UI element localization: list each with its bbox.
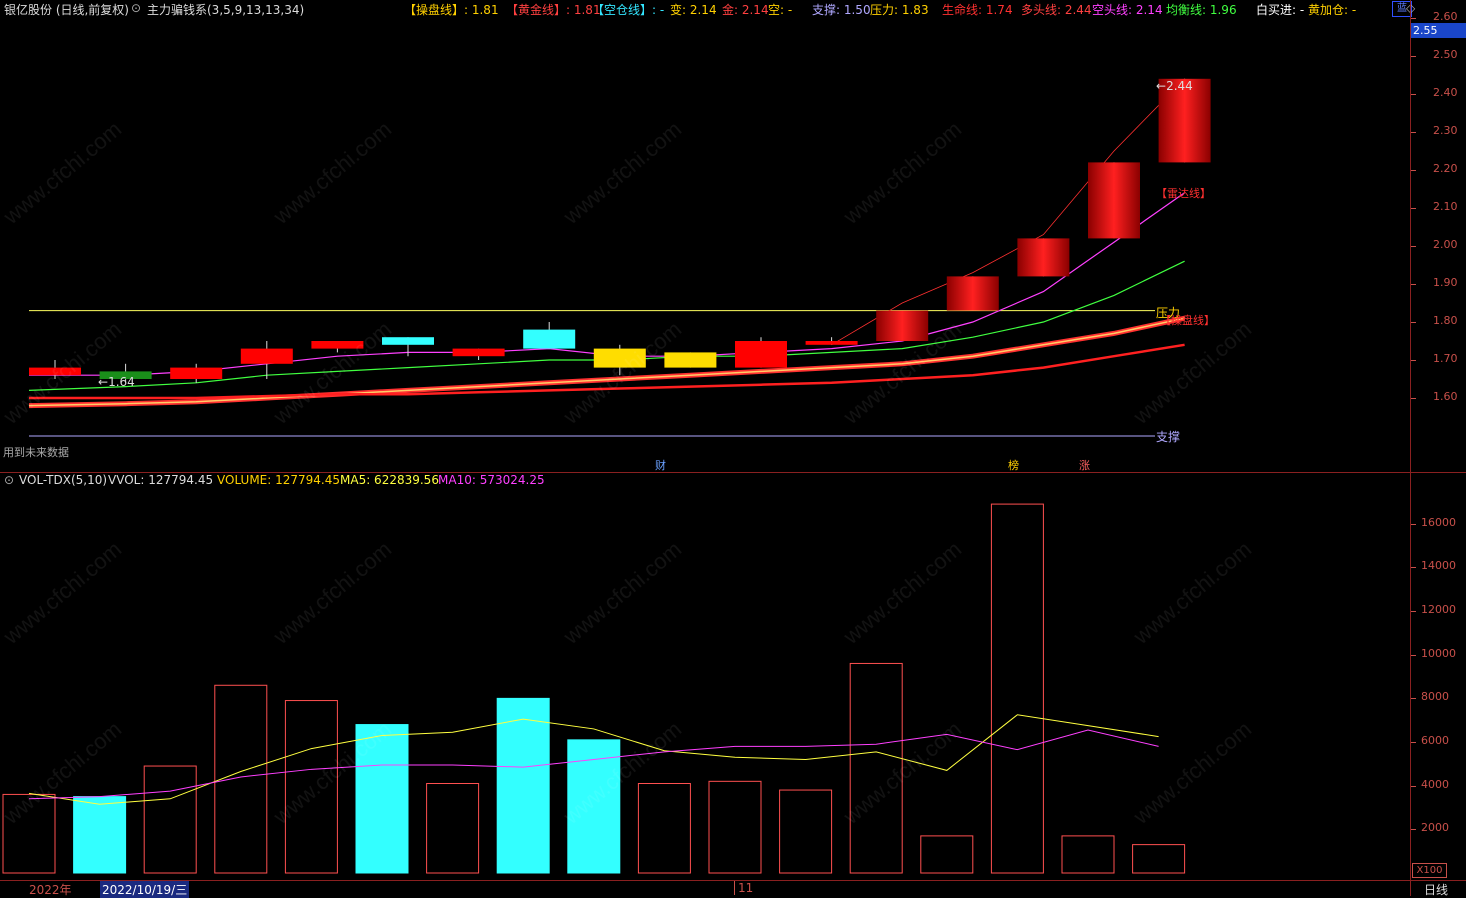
volume-tick-4: 8000 bbox=[1421, 690, 1449, 704]
volume-chart[interactable] bbox=[0, 473, 1410, 880]
volume-bar-11 bbox=[779, 789, 833, 874]
year-label: 2022年 bbox=[29, 883, 72, 897]
candle-2 bbox=[170, 367, 223, 379]
price-tick-3: 2.40 bbox=[1433, 86, 1458, 99]
future-data-note: 用到未来数据 bbox=[3, 446, 69, 459]
candle-6 bbox=[452, 348, 505, 357]
price-tick-2: 2.50 bbox=[1433, 48, 1458, 61]
operate-line-label: 【操盘线】 bbox=[1160, 314, 1215, 327]
candle-15 bbox=[1088, 162, 1140, 239]
volume-bar-1 bbox=[73, 796, 127, 874]
finance-marker[interactable]: 财 bbox=[655, 457, 666, 473]
price-tick-7: 2.00 bbox=[1433, 238, 1458, 251]
volume-bar-15 bbox=[1061, 835, 1115, 874]
candle-7 bbox=[523, 329, 576, 349]
candle-12 bbox=[876, 310, 929, 341]
volume-tick-5: 6000 bbox=[1421, 734, 1449, 748]
candle-10 bbox=[735, 341, 787, 368]
candle-9 bbox=[664, 352, 717, 368]
candle-13 bbox=[946, 276, 999, 311]
radar-line-label: 【雷达线】 bbox=[1156, 187, 1211, 200]
price-tick-11: 1.60 bbox=[1433, 390, 1458, 403]
volume-tick-2: 12000 bbox=[1421, 603, 1456, 617]
volume-bar-16 bbox=[1132, 844, 1186, 874]
price-tick-6: 2.10 bbox=[1433, 200, 1458, 213]
volume-bar-13 bbox=[920, 835, 974, 874]
volume-bar-3 bbox=[214, 684, 268, 874]
month-label: 11 bbox=[734, 881, 753, 895]
volume-tick-7: 2000 bbox=[1421, 821, 1449, 835]
current-price-label: 2.55 bbox=[1411, 23, 1466, 38]
volume-bar-2 bbox=[143, 765, 197, 874]
volume-tick-0: 16000 bbox=[1421, 515, 1456, 529]
high-price-label: ←2.44 bbox=[1156, 79, 1193, 93]
volume-bar-6 bbox=[426, 783, 480, 874]
price-chart[interactable] bbox=[0, 0, 1410, 470]
volume-tick-6: 4000 bbox=[1421, 777, 1449, 791]
unit-label: X100 bbox=[1412, 863, 1447, 878]
price-tick-9: 1.80 bbox=[1433, 314, 1458, 327]
volume-tick-1: 14000 bbox=[1421, 559, 1456, 573]
volume-bar-14 bbox=[990, 503, 1044, 874]
limit-up-marker[interactable]: 涨 bbox=[1079, 457, 1090, 473]
period-button[interactable]: 日线 bbox=[1424, 881, 1448, 898]
support-label: 支撑 bbox=[1156, 430, 1181, 444]
cursor-date-label: 2022/10/19/三 bbox=[100, 881, 190, 898]
price-tick-0: 2.60 bbox=[1433, 10, 1458, 23]
price-tick-10: 1.70 bbox=[1433, 352, 1458, 365]
low-price-label: ←1.64 bbox=[98, 375, 135, 389]
candle-14 bbox=[1017, 238, 1070, 277]
volume-bar-7 bbox=[496, 697, 550, 874]
price-tick-4: 2.30 bbox=[1433, 124, 1458, 137]
candle-3 bbox=[240, 348, 293, 364]
candle-11 bbox=[805, 341, 858, 345]
price-tick-8: 1.90 bbox=[1433, 276, 1458, 289]
price-tick-5: 2.20 bbox=[1433, 162, 1458, 175]
volume-tick-3: 10000 bbox=[1421, 646, 1456, 660]
volume-bar-10 bbox=[708, 780, 762, 874]
rank-marker[interactable]: 榜 bbox=[1008, 457, 1019, 473]
volume-bar-9 bbox=[637, 783, 691, 874]
